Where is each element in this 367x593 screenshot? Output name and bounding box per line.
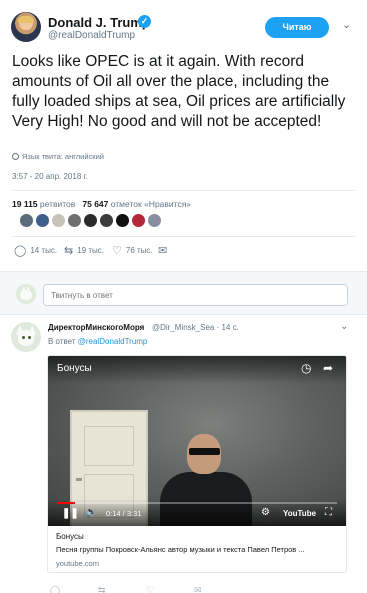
retweet-button[interactable]: ⇆ 19 тыс. <box>64 244 104 257</box>
heart-icon: ♡ <box>112 245 122 257</box>
retweet-icon[interactable]: ⇆ <box>98 585 106 593</box>
tweet-actions: ◯ 14 тыс. ⇆ 19 тыс. ♡ 76 тыс. ✉ <box>14 244 314 258</box>
user-avatar[interactable] <box>16 284 36 304</box>
liker-avatar[interactable] <box>83 213 98 228</box>
video-player[interactable]: Бонусы ◷ ➦ ❚❚ 🔈 0:14 / 3:31 ⚙ YouTube ⛶ <box>48 356 346 526</box>
video-title[interactable]: Бонусы <box>57 363 92 374</box>
liker-avatar[interactable] <box>35 213 50 228</box>
divider <box>12 190 355 191</box>
tweet-text: Looks like OPEC is at it again. With rec… <box>12 53 346 130</box>
fullscreen-icon[interactable]: ⛶ <box>325 507 332 518</box>
globe-icon <box>12 153 19 160</box>
retweets-count[interactable]: 19 115 <box>12 199 38 209</box>
envelope-icon: ✉ <box>158 245 168 257</box>
video-progress-bar[interactable] <box>57 502 337 504</box>
media-card[interactable]: Бонусы ◷ ➦ ❚❚ 🔈 0:14 / 3:31 ⚙ YouTube ⛶ … <box>47 355 347 573</box>
liker-avatar[interactable] <box>67 213 82 228</box>
liker-avatar[interactable] <box>51 213 66 228</box>
video-progress-fill <box>57 502 76 504</box>
following-button[interactable]: Читаю <box>265 17 329 38</box>
in-reply-to-link[interactable]: @realDonaldTrump <box>78 337 148 346</box>
divider <box>12 236 355 237</box>
card-domain: youtube.com <box>56 559 99 568</box>
reply-icon: ◯ <box>14 245 27 257</box>
pause-icon[interactable]: ❚❚ <box>62 508 79 519</box>
card-description: Песня группы Покровск-Альянс автор музык… <box>56 545 305 554</box>
like-button[interactable]: ♡ 76 тыс. <box>112 244 153 257</box>
likes-count[interactable]: 75 647 <box>82 199 108 209</box>
liker-avatar[interactable] <box>99 213 114 228</box>
author-name[interactable]: Donald J. Trump <box>48 15 150 30</box>
liker-avatar[interactable] <box>19 213 34 228</box>
likes-label[interactable]: отметок «Нравится» <box>111 199 191 209</box>
author-avatar[interactable] <box>11 12 41 42</box>
in-reply-to: В ответ @realDonaldTrump <box>48 337 148 346</box>
video-time: 0:14 / 3:31 <box>106 509 142 518</box>
watch-later-icon[interactable]: ◷ <box>301 361 311 375</box>
heart-icon[interactable]: ♡ <box>146 585 154 593</box>
tweet-language: Язык твита: английский <box>12 152 104 161</box>
chevron-down-icon[interactable]: ⌄ <box>342 18 351 31</box>
reply-composer <box>0 271 367 315</box>
reply-button[interactable]: ◯ 14 тыс. <box>14 244 57 257</box>
volume-icon[interactable]: 🔈 <box>85 507 97 518</box>
retweet-icon: ⇆ <box>64 245 74 257</box>
tweet-stats: 19 115 ретвитов 75 647 отметок «Нравится… <box>12 199 191 209</box>
tweet-timestamp[interactable]: 3:57 - 20 апр. 2018 г. <box>12 172 88 181</box>
card-title[interactable]: Бонусы <box>56 532 84 541</box>
message-button[interactable]: ✉ <box>158 244 167 257</box>
reply-author-handle[interactable]: @Dir_Minsk_Sea · 14 с. <box>152 323 239 332</box>
share-icon[interactable]: ➦ <box>323 361 333 375</box>
reply-icon[interactable]: ◯ <box>50 585 60 593</box>
reply-author-name[interactable]: ДиректорМинскогоМоря <box>48 323 144 332</box>
verified-badge-icon: ✓ <box>138 15 151 28</box>
liker-avatar[interactable] <box>115 213 130 228</box>
reply-author-avatar[interactable] <box>11 322 41 352</box>
retweets-label[interactable]: ретвитов <box>40 199 75 209</box>
envelope-icon[interactable]: ✉ <box>194 585 202 593</box>
liker-avatar[interactable] <box>147 213 162 228</box>
author-handle[interactable]: @realDonaldTrump <box>48 30 135 41</box>
youtube-logo[interactable]: YouTube <box>283 509 316 518</box>
reply-tweet: ДиректорМинскогоМоря @Dir_Minsk_Sea · 14… <box>0 315 367 593</box>
chevron-down-icon[interactable]: ⌄ <box>340 321 348 332</box>
tweet-header: Donald J. Trump ✓ @realDonaldTrump Читаю… <box>0 0 367 50</box>
liker-avatar[interactable] <box>131 213 146 228</box>
reply-input[interactable] <box>43 284 348 306</box>
gear-icon[interactable]: ⚙ <box>261 507 270 518</box>
